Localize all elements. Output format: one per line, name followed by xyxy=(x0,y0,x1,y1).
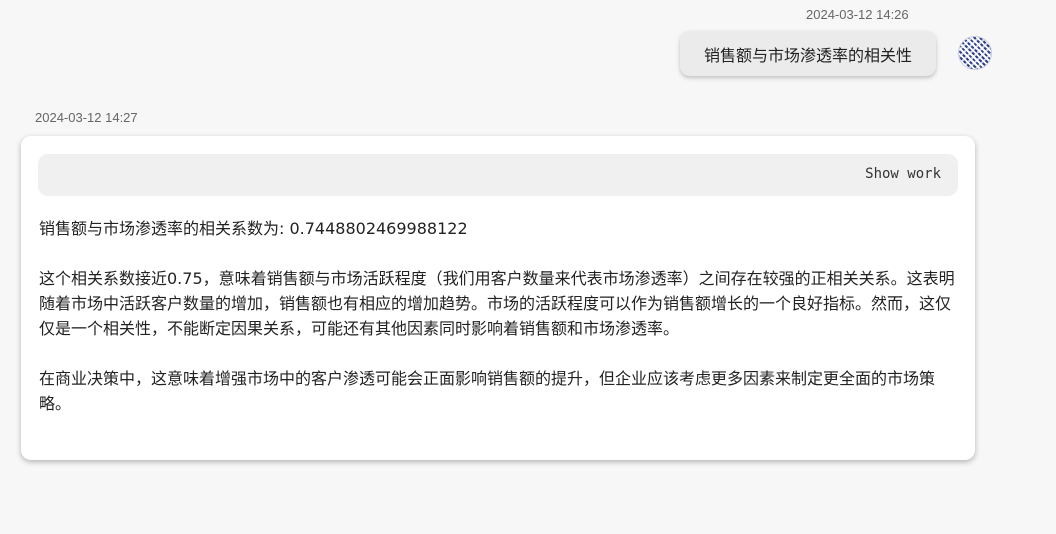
bot-message-timestamp: 2024-03-12 14:27 xyxy=(35,110,138,125)
show-work-label: Show work xyxy=(865,166,941,182)
show-work-button[interactable]: Show work xyxy=(38,154,958,196)
bot-message-card: Show work 销售额与市场渗透率的相关系数为: 0.74488024699… xyxy=(21,136,975,460)
chat-page: 2024-03-12 14:26 销售额与市场渗透率的相关性 2024-03-1… xyxy=(0,0,1056,534)
user-message-timestamp: 2024-03-12 14:26 xyxy=(806,7,909,22)
answer-paragraph-interpretation: 这个相关系数接近0.75，意味着销售额与市场活跃程度（我们用客户数量来代表市场渗… xyxy=(39,269,955,338)
answer-paragraph-business: 在商业决策中，这意味着增强市场中的客户渗透可能会正面影响销售额的提升，但企业应该… xyxy=(39,369,936,413)
user-message-bubble: 销售额与市场渗透率的相关性 xyxy=(680,31,936,76)
bot-message-body: 销售额与市场渗透率的相关系数为: 0.7448802469988122 这个相关… xyxy=(39,216,959,441)
user-message-text: 销售额与市场渗透率的相关性 xyxy=(703,45,912,65)
user-avatar-icon[interactable] xyxy=(958,36,992,70)
answer-paragraph-correlation: 销售额与市场渗透率的相关系数为: 0.7448802469988122 xyxy=(39,219,468,238)
